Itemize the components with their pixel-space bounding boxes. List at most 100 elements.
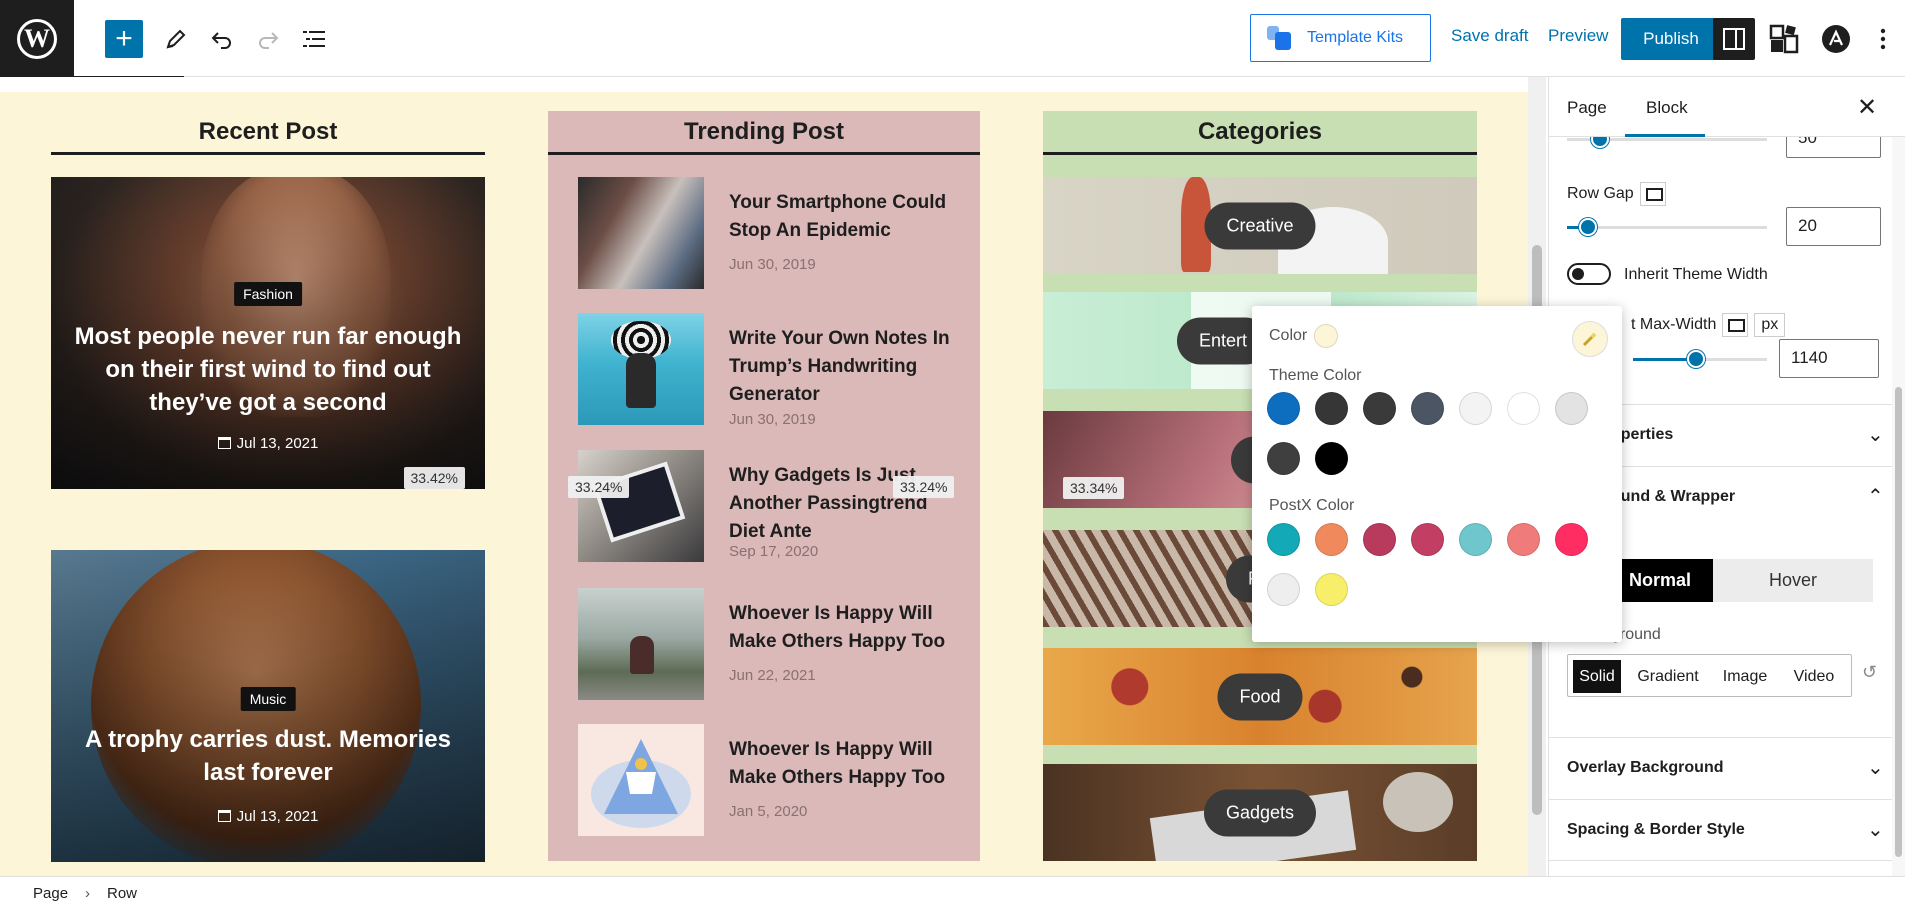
template-kits-button[interactable]: Template Kits xyxy=(1250,14,1431,62)
save-draft-button[interactable]: Save draft xyxy=(1451,26,1529,46)
add-block-button[interactable]: + xyxy=(105,20,143,58)
bg-type-gradient[interactable]: Gradient xyxy=(1630,660,1706,693)
more-vertical-icon xyxy=(1880,28,1886,50)
post-date: Jul 13, 2021 xyxy=(51,808,485,825)
post-thumbnail[interactable] xyxy=(578,177,704,289)
undo-button[interactable] xyxy=(203,20,241,58)
chevron-down-icon: ⌄ xyxy=(1867,757,1884,779)
postx-color-swatch[interactable] xyxy=(1507,523,1540,556)
desktop-icon[interactable] xyxy=(1722,313,1749,337)
trending-post-item[interactable]: Why Gadgets Is Just Another Passingtrend… xyxy=(578,450,958,562)
post-title[interactable]: A trophy carries dust. Memories last for… xyxy=(71,723,465,789)
background-wrapper-title: ound & Wrapper xyxy=(1611,488,1736,505)
theme-color-swatch[interactable] xyxy=(1267,442,1300,475)
spacing-border-section[interactable]: Spacing & Border Style ⌄ xyxy=(1549,799,1905,861)
row-gap-slider-thumb[interactable] xyxy=(1579,218,1597,236)
postx-color-swatch[interactable] xyxy=(1315,523,1348,556)
settings-toggle-button[interactable] xyxy=(1713,18,1755,60)
trending-post-heading[interactable]: Trending Post xyxy=(548,111,980,155)
post-title[interactable]: Most people never run far enough on thei… xyxy=(71,320,465,419)
postx-color-swatch[interactable] xyxy=(1267,573,1300,606)
postx-color-swatch[interactable] xyxy=(1555,523,1588,556)
wordpress-logo-button[interactable]: W xyxy=(0,0,74,77)
row-gap-label: Row Gap xyxy=(1567,182,1666,206)
astra-settings-button[interactable] xyxy=(1817,20,1855,58)
breadcrumb-page[interactable]: Page xyxy=(33,885,68,902)
category-item[interactable]: Creative xyxy=(1043,177,1477,274)
theme-color-swatch[interactable] xyxy=(1507,392,1540,425)
reset-icon[interactable]: ↺ xyxy=(1862,662,1877,683)
preview-button[interactable]: Preview xyxy=(1548,26,1608,46)
recent-post-heading[interactable]: Recent Post xyxy=(51,111,485,155)
postx-color-swatch[interactable] xyxy=(1363,523,1396,556)
postx-color-swatch[interactable] xyxy=(1315,573,1348,606)
row-gap-input[interactable]: 20 xyxy=(1786,207,1881,246)
sidebar-scrollbar[interactable] xyxy=(1892,77,1905,876)
theme-color-swatch[interactable] xyxy=(1315,392,1348,425)
max-width-label: t Max-Width px xyxy=(1631,313,1786,338)
hover-state-tab[interactable]: Hover xyxy=(1713,559,1873,602)
category-label[interactable]: Food xyxy=(1217,673,1303,720)
toggle-knob xyxy=(1572,268,1584,280)
overlay-background-section[interactable]: Overlay Background ⌄ xyxy=(1549,737,1905,799)
post-title[interactable]: Whoever Is Happy Will Make Others Happy … xyxy=(729,600,959,656)
redo-button[interactable] xyxy=(249,20,287,58)
max-width-input[interactable]: 1140 xyxy=(1779,339,1879,378)
theme-color-swatch[interactable] xyxy=(1411,392,1444,425)
category-item[interactable]: Gadgets xyxy=(1043,764,1477,861)
post-thumbnail[interactable] xyxy=(578,450,704,562)
document-overview-button[interactable] xyxy=(295,20,333,58)
eyedropper-icon xyxy=(1582,332,1597,347)
post-title[interactable]: Whoever Is Happy Will Make Others Happy … xyxy=(729,736,959,792)
theme-color-swatch[interactable] xyxy=(1555,392,1588,425)
close-sidebar-button[interactable]: ✕ xyxy=(1857,93,1877,122)
category-label[interactable]: Creative xyxy=(1204,202,1316,249)
post-date: Jun 30, 2019 xyxy=(729,411,816,428)
post-title[interactable]: Write Your Own Notes In Trump’s Handwrit… xyxy=(729,325,959,409)
current-color-swatch[interactable] xyxy=(1314,324,1338,348)
trending-post-item[interactable]: Whoever Is Happy Will Make Others Happy … xyxy=(578,588,958,700)
bg-type-solid[interactable]: Solid xyxy=(1573,660,1621,693)
post-thumbnail[interactable] xyxy=(578,724,704,836)
recent-post-card[interactable]: Music A trophy carries dust. Memories la… xyxy=(51,550,485,862)
options-menu-button[interactable] xyxy=(1870,20,1896,58)
trending-post-item[interactable]: Your Smartphone Could Stop An Epidemic J… xyxy=(578,177,958,289)
publish-button[interactable]: Publish xyxy=(1621,18,1721,60)
max-width-slider-fill xyxy=(1633,358,1695,361)
tab-page[interactable]: Page xyxy=(1567,98,1607,118)
edit-tool-button[interactable] xyxy=(157,20,195,58)
breadcrumb-row[interactable]: Row xyxy=(107,885,137,902)
max-width-slider-thumb[interactable] xyxy=(1687,350,1705,368)
blocks-library-button[interactable] xyxy=(1765,20,1803,58)
color-label: Color xyxy=(1269,327,1308,344)
theme-color-swatch[interactable] xyxy=(1267,392,1300,425)
desktop-icon[interactable] xyxy=(1639,182,1666,206)
theme-color-swatch[interactable] xyxy=(1363,392,1396,425)
post-thumbnail[interactable] xyxy=(578,313,704,425)
postx-color-swatch[interactable] xyxy=(1459,523,1492,556)
category-badge[interactable]: Music xyxy=(240,687,296,711)
theme-color-swatch[interactable] xyxy=(1459,392,1492,425)
postx-color-swatch[interactable] xyxy=(1267,523,1300,556)
custom-color-button[interactable] xyxy=(1572,321,1608,357)
bg-type-video[interactable]: Video xyxy=(1784,660,1844,693)
category-item[interactable]: Food xyxy=(1043,648,1477,745)
recent-post-card[interactable]: Fashion Most people never run far enough… xyxy=(51,177,485,489)
category-badge[interactable]: Fashion xyxy=(234,282,302,306)
post-thumbnail[interactable] xyxy=(578,588,704,700)
unit-selector[interactable]: px xyxy=(1754,313,1786,338)
post-title[interactable]: Why Gadgets Is Just Another Passingtrend… xyxy=(729,462,959,546)
post-date: Jan 5, 2020 xyxy=(729,803,808,820)
category-label[interactable]: Gadgets xyxy=(1203,789,1317,836)
postx-color-swatch[interactable] xyxy=(1411,523,1444,556)
bg-type-image[interactable]: Image xyxy=(1716,660,1774,693)
row-gap-slider-track[interactable] xyxy=(1567,226,1767,229)
categories-heading[interactable]: Categories xyxy=(1043,111,1477,155)
tab-block[interactable]: Block xyxy=(1646,98,1688,118)
trending-post-item[interactable]: Whoever Is Happy Will Make Others Happy … xyxy=(578,724,958,836)
sidebar-scrollbar-thumb[interactable] xyxy=(1895,387,1902,857)
post-title[interactable]: Your Smartphone Could Stop An Epidemic xyxy=(729,189,959,245)
inherit-width-toggle[interactable] xyxy=(1567,263,1611,285)
theme-color-swatch[interactable] xyxy=(1315,442,1348,475)
trending-post-item[interactable]: Write Your Own Notes In Trump’s Handwrit… xyxy=(578,313,959,428)
